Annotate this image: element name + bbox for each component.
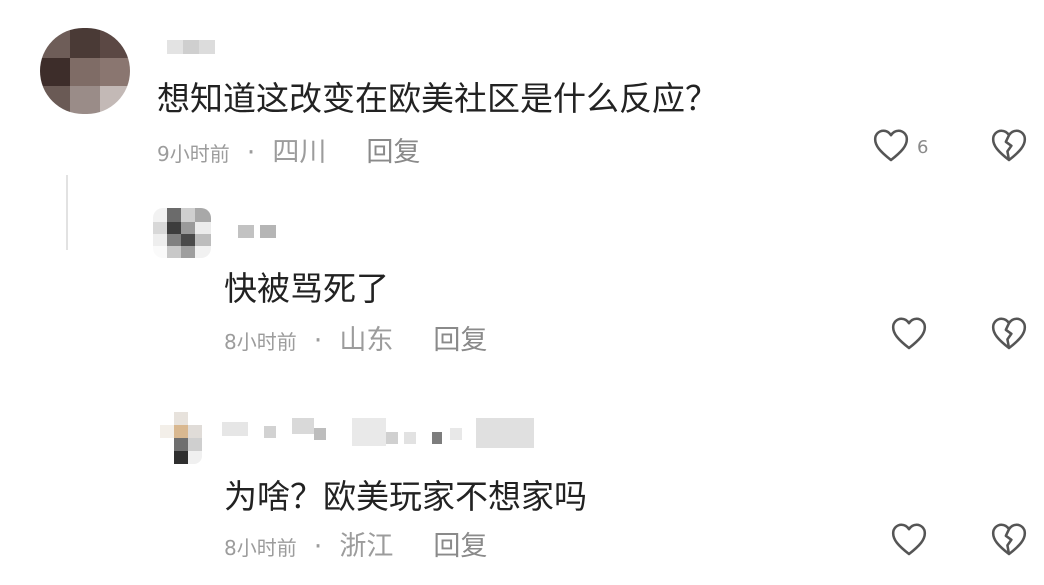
like-count: 6 (917, 137, 929, 158)
comment-time: 8小时前 (224, 330, 297, 354)
broken-heart-icon[interactable] (990, 127, 1028, 163)
comment-meta: 8小时前 · 山东 回复 (224, 318, 487, 357)
avatar[interactable] (153, 208, 211, 258)
heart-outline-icon[interactable] (890, 521, 928, 557)
comment-location: 四川 (272, 137, 327, 168)
heart-outline-icon[interactable] (890, 315, 928, 351)
comment-text: 快被骂死了 (224, 269, 389, 308)
comment-text: 想知道这改变在欧美社区是什么反应？ (157, 79, 718, 118)
username-blurred[interactable] (222, 418, 534, 448)
comment-meta: 9小时前 · 四川 回复 (157, 130, 420, 169)
username-blurred[interactable] (167, 40, 215, 54)
comment-time: 8小时前 (224, 536, 297, 560)
heart-outline-icon[interactable] (872, 127, 910, 163)
comment-location: 山东 (339, 325, 394, 356)
comment-meta: 8小时前 · 浙江 回复 (224, 524, 487, 563)
avatar[interactable] (40, 28, 130, 114)
comment-location: 浙江 (339, 531, 394, 562)
thread-line (66, 175, 68, 250)
reply-button[interactable]: 回复 (433, 531, 487, 562)
comment-text: 为啥？欧美玩家不想家吗 (224, 477, 587, 516)
reply-button[interactable]: 回复 (366, 137, 420, 168)
broken-heart-icon[interactable] (990, 315, 1028, 351)
reply-button[interactable]: 回复 (433, 325, 487, 356)
meta-separator: · (313, 531, 323, 562)
broken-heart-icon[interactable] (990, 521, 1028, 557)
meta-separator: · (313, 325, 323, 356)
comment-time: 9小时前 (157, 142, 230, 166)
avatar[interactable] (160, 412, 202, 464)
meta-separator: · (246, 137, 256, 168)
username-blurred[interactable] (238, 225, 282, 238)
